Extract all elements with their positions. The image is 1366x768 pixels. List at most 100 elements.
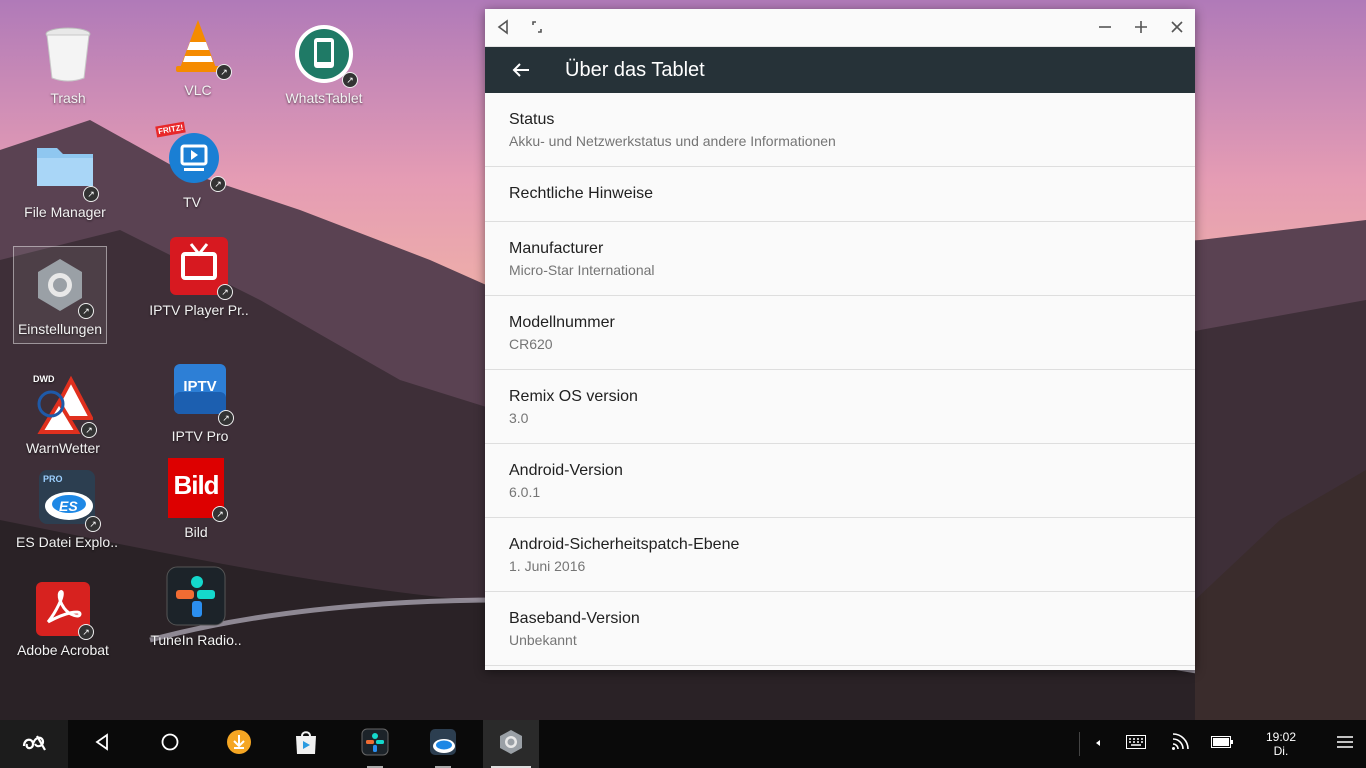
whatstablet-icon: ↗: [294, 24, 358, 88]
remix-logo-icon: [21, 732, 47, 757]
desktop-icon-label: WarnWetter: [26, 440, 100, 456]
tunein-icon: [166, 566, 226, 626]
warnwetter-icon: DWD ↗: [33, 374, 97, 438]
list-item-android-version[interactable]: Android-Version 6.0.1: [485, 444, 1195, 518]
desktop-icon-iptv-pro[interactable]: IPTV ↗ IPTV Pro: [148, 362, 252, 444]
window-resize-icon[interactable]: [525, 15, 549, 39]
desktop-icon-trash[interactable]: Trash: [16, 24, 120, 106]
play-store-icon: [294, 729, 318, 760]
es-file-explorer-icon: [429, 728, 457, 761]
desktop-icon-tunein[interactable]: TuneIn Radio..: [144, 566, 248, 648]
iptv-player-icon: ↗: [169, 236, 233, 300]
shortcut-arrow-icon: ↗: [78, 624, 94, 640]
nav-home-icon: [160, 732, 180, 757]
cast-signal-icon: [1171, 732, 1189, 756]
adobe-acrobat-icon: ↗: [36, 582, 94, 640]
list-item-status[interactable]: Status Akku- und Netzwerkstatus und ande…: [485, 93, 1195, 167]
window-minimize-icon[interactable]: [1093, 15, 1117, 39]
iptv-pro-icon: IPTV ↗: [170, 362, 234, 426]
item-title: Baseband-Version: [509, 609, 640, 627]
desktop-icon-label: Adobe Acrobat: [17, 642, 109, 658]
nav-home-button[interactable]: [142, 720, 198, 768]
taskbar-es-explorer[interactable]: [415, 720, 471, 768]
clock-day: Di.: [1273, 744, 1289, 758]
settings-gear-icon: ↗: [30, 255, 94, 319]
item-subtitle: Micro-Star International: [509, 261, 655, 278]
taskbar: 19:02 Di.: [0, 720, 1366, 768]
desktop-icon-einstellungen[interactable]: ↗ Einstellungen: [13, 246, 107, 344]
tv-fritz-icon: FRITZ! ↗: [155, 121, 226, 192]
desktop-icon-whatstablet[interactable]: ↗ WhatsTablet: [272, 24, 376, 106]
taskbar-download-app[interactable]: [211, 720, 267, 768]
es-file-explorer-icon: PRO ES ↗: [37, 468, 101, 532]
settings-list: Status Akku- und Netzwerkstatus und ande…: [485, 93, 1195, 666]
keyboard-icon: [1126, 734, 1146, 754]
download-icon: [226, 729, 252, 760]
desktop-icon-bild[interactable]: Bild ↗ Bild: [144, 458, 248, 540]
vlc-cone-icon: ↗: [168, 16, 232, 80]
taskbar-tunein[interactable]: [347, 720, 403, 768]
notification-menu-button[interactable]: [1324, 720, 1366, 768]
nav-back-button[interactable]: [74, 720, 130, 768]
item-subtitle: Unbekannt: [509, 631, 577, 648]
list-item-security-patch[interactable]: Android-Sicherheitspatch-Ebene 1. Juni 2…: [485, 518, 1195, 592]
desktop-icon-label: IPTV Player Pr..: [149, 302, 249, 318]
taskbar-settings[interactable]: [483, 720, 539, 768]
tray-expand-button[interactable]: [1086, 720, 1110, 768]
settings-gear-icon: [497, 728, 525, 761]
tray-battery-button[interactable]: [1204, 720, 1240, 768]
window-close-icon[interactable]: [1165, 15, 1189, 39]
shortcut-arrow-icon: ↗: [78, 303, 94, 319]
start-button[interactable]: [0, 720, 68, 768]
desktop-icon-tv[interactable]: FRITZ! ↗ TV: [140, 121, 244, 210]
taskbar-play-store[interactable]: [278, 720, 334, 768]
list-item-model[interactable]: Modellnummer CR620: [485, 296, 1195, 370]
desktop-icon-label: TV: [183, 194, 201, 210]
list-item-manufacturer[interactable]: Manufacturer Micro-Star International: [485, 222, 1195, 296]
folder-icon: ↗: [35, 138, 99, 202]
window-maximize-icon[interactable]: [1129, 15, 1153, 39]
nav-back-icon: [92, 732, 112, 757]
list-item-remix-version[interactable]: Remix OS version 3.0: [485, 370, 1195, 444]
shortcut-arrow-icon: ↗: [83, 186, 99, 202]
item-title: Android-Version: [509, 461, 623, 479]
item-title: Android-Sicherheitspatch-Ebene: [509, 535, 740, 553]
page-title: Über das Tablet: [565, 59, 705, 81]
tray-keyboard-button[interactable]: [1118, 720, 1154, 768]
shortcut-arrow-icon: ↗: [85, 516, 101, 532]
desktop-icon-label: IPTV Pro: [171, 428, 229, 444]
desktop-icon-label: VLC: [184, 82, 212, 98]
menu-icon: [1336, 735, 1354, 754]
app-bar: Über das Tablet: [485, 47, 1195, 93]
shortcut-arrow-icon: ↗: [210, 176, 226, 192]
item-title: Rechtliche Hinweise: [509, 185, 654, 202]
item-title: Modellnummer: [509, 313, 615, 331]
dwd-label: DWD: [33, 374, 55, 384]
desktop-icon-label: WhatsTablet: [285, 90, 363, 106]
desktop-icon-adobe-acrobat[interactable]: ↗ Adobe Acrobat: [11, 582, 115, 658]
bild-icon: Bild ↗: [168, 458, 228, 522]
tray-network-button[interactable]: [1162, 720, 1198, 768]
desktop-icon-iptv-player[interactable]: ↗ IPTV Player Pr..: [147, 236, 251, 318]
item-subtitle: 1. Juni 2016: [509, 557, 586, 574]
item-title: Manufacturer: [509, 239, 604, 257]
desktop-icon-label: TuneIn Radio..: [150, 632, 242, 648]
bild-logo-text: Bild: [173, 470, 219, 500]
list-item-baseband[interactable]: Baseband-Version Unbekannt: [485, 592, 1195, 666]
desktop-icon-label: Einstellungen: [17, 321, 103, 337]
caret-left-icon: [1093, 735, 1103, 753]
window-back-icon[interactable]: [491, 15, 515, 39]
item-subtitle: Akku- und Netzwerkstatus und andere Info…: [509, 132, 836, 149]
item-title: Status: [509, 110, 555, 128]
desktop-icon-vlc[interactable]: ↗ VLC: [146, 16, 250, 98]
shortcut-arrow-icon: ↗: [81, 422, 97, 438]
desktop-icon-file-manager[interactable]: ↗ File Manager: [13, 138, 117, 220]
window-titlebar[interactable]: [485, 9, 1195, 47]
shortcut-arrow-icon: ↗: [216, 64, 232, 80]
tunein-icon: [361, 728, 389, 761]
desktop-icon-es-datei[interactable]: PRO ES ↗ ES Datei Explo..: [15, 468, 119, 550]
desktop-icon-warnwetter[interactable]: DWD ↗ WarnWetter: [11, 374, 115, 456]
list-item-legal[interactable]: Rechtliche Hinweise: [485, 167, 1195, 222]
back-arrow-icon[interactable]: [509, 58, 533, 82]
clock[interactable]: 19:02 Di.: [1266, 730, 1296, 758]
